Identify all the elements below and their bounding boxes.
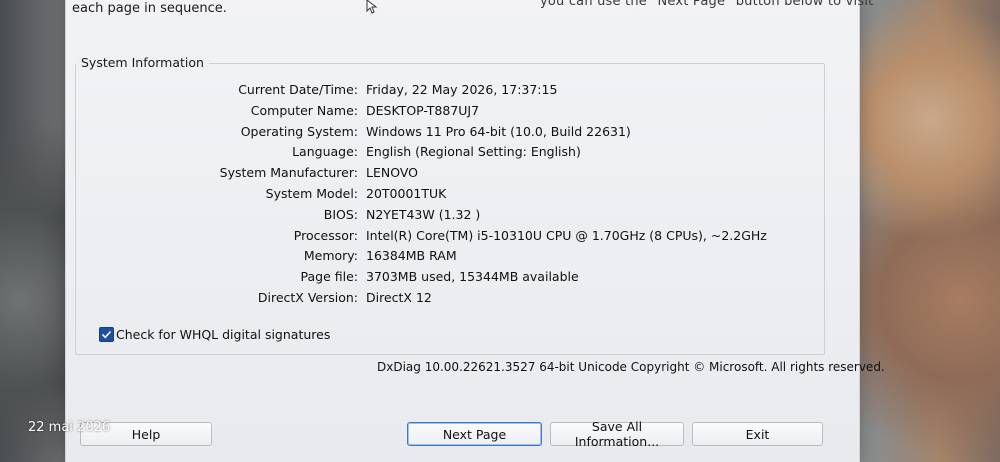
system-info-value: 3703MB used, 15344MB available <box>366 269 579 285</box>
system-info-label: Language: <box>292 144 358 160</box>
next-page-button[interactable]: Next Page <box>407 422 542 446</box>
system-info-row: Language: English (Regional Setting: Engl… <box>0 144 1000 164</box>
intro-text-cropped: you can use the "Next Page" button below… <box>540 0 874 9</box>
system-info-label: Computer Name: <box>250 102 358 118</box>
system-info-row: Current Date/Time: Friday, 22 May 2026, 1… <box>0 82 1000 102</box>
system-info-row: System Manufacturer: LENOVO <box>0 165 1000 185</box>
system-info-label: Operating System: <box>240 123 358 139</box>
system-info-label: BIOS: <box>323 206 358 222</box>
system-info-row: Processor: Intel(R) Core(TM) i5-10310U CP… <box>0 228 1000 248</box>
whql-checkbox[interactable] <box>99 327 114 342</box>
system-info-value: Intel(R) Core(TM) i5-10310U CPU @ 1.70GH… <box>366 227 767 243</box>
whql-checkbox-label[interactable]: Check for WHQL digital signatures <box>116 327 330 342</box>
system-info-value: LENOVO <box>366 165 419 181</box>
system-info-label: DirectX Version: <box>257 290 358 305</box>
system-info-value: N2YET43W (1.32 ) <box>366 206 481 222</box>
system-info-row: Memory: 16384MB RAM <box>0 248 1000 268</box>
save-all-information-button[interactable]: Save All Information... <box>550 419 684 449</box>
system-info-row: Computer Name: DESKTOP-T887UJ7 <box>0 103 1000 123</box>
system-info-value: DirectX 12 <box>366 290 432 305</box>
system-info-value: Friday, 22 May 2026, 17:37:15 <box>366 82 558 97</box>
mouse-cursor-icon <box>366 0 378 14</box>
exit-button[interactable]: Exit <box>692 422 823 446</box>
system-info-value: DESKTOP-T887UJ7 <box>366 102 480 118</box>
system-info-row: Page file: 3703MB used, 15344MB available <box>0 269 1000 289</box>
system-info-value: Windows 11 Pro 64-bit (10.0, Build 22631… <box>366 123 631 139</box>
system-info-value: 20T0001TUK <box>366 186 447 201</box>
system-info-value: English (Regional Setting: English) <box>366 144 581 160</box>
system-info-label: System Model: <box>265 186 358 201</box>
system-info-value: 16384MB RAM <box>366 248 457 264</box>
system-info-label: Memory: <box>303 248 358 264</box>
system-info-label: Current Date/Time: <box>238 82 358 97</box>
system-information-title: System Information <box>76 55 209 70</box>
checkmark-icon <box>101 330 112 339</box>
system-info-label: Processor: <box>293 227 358 243</box>
system-info-label: Page file: <box>300 269 358 285</box>
system-info-row: Operating System: Windows 11 Pro 64-bit (… <box>0 124 1000 144</box>
system-info-row: System Model: 20T0001TUK <box>0 186 1000 206</box>
photo-date-stamp: 22 mai 2026 <box>28 420 111 435</box>
copyright-text: DxDiag 10.00.22621.3527 64-bit Unicode C… <box>377 360 885 374</box>
system-info-row: BIOS: N2YET43W (1.32 ) <box>0 207 1000 227</box>
system-info-row: DirectX Version: DirectX 12 <box>0 290 1000 310</box>
intro-text: each page in sequence. <box>72 1 227 16</box>
system-info-label: System Manufacturer: <box>219 165 358 181</box>
